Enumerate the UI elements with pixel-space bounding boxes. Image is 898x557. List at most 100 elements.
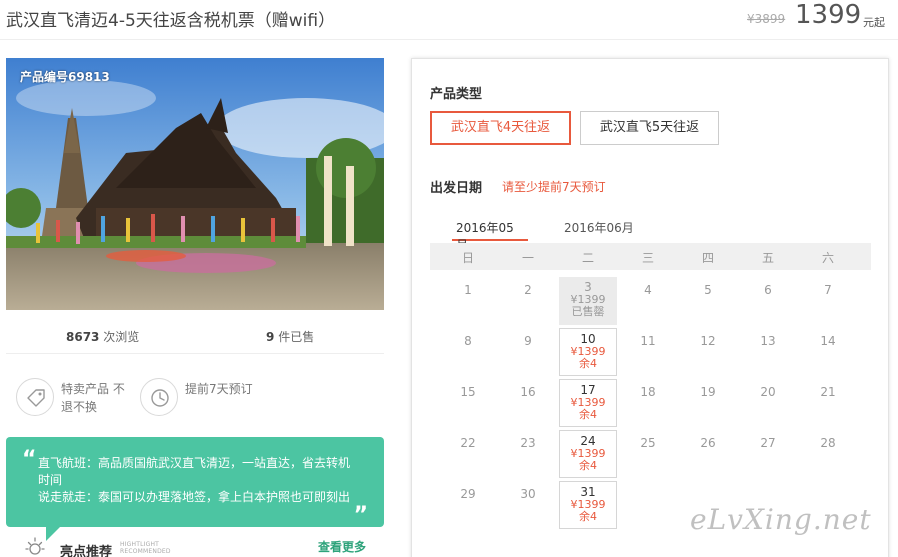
product-type-label: 产品类型: [430, 87, 483, 102]
clock-icon: [151, 389, 169, 407]
day-number: 6: [764, 283, 772, 297]
tab-month-may[interactable]: 2016年05月: [452, 219, 528, 252]
product-stats: 8673 次浏览 9 件已售: [6, 318, 384, 354]
calendar-weekday-header: 日一二三四五六: [430, 243, 871, 270]
calendar-day-1: 1: [439, 277, 497, 325]
calendar-day-7: 7: [799, 277, 857, 325]
product-code: 产品编号69813: [20, 70, 110, 84]
day-number: 24: [580, 434, 596, 448]
stock-remaining: 余4: [579, 357, 597, 370]
day-number: 30: [520, 487, 536, 501]
day-number: 21: [820, 385, 836, 399]
watermark: eLvXing.net: [690, 503, 872, 536]
day-number: 4: [644, 283, 652, 297]
calendar-day-18: 18: [619, 379, 677, 427]
tab-month-june[interactable]: 2016年06月: [564, 219, 634, 241]
original-price: ¥3899: [747, 12, 786, 26]
sun-icon: [25, 537, 45, 555]
calendar-day-31[interactable]: 31 ¥1399 余4: [559, 481, 617, 529]
calendar-day-30: 30: [499, 481, 557, 529]
day-number: 11: [640, 334, 656, 348]
calendar-day-12: 12: [679, 328, 737, 376]
calendar-day-23: 23: [499, 430, 557, 478]
calendar-day-19: 19: [679, 379, 737, 427]
day-number: 29: [460, 487, 476, 501]
type-option-4-days[interactable]: 武汉直飞4天往返: [430, 111, 571, 145]
badge-text: 特卖产品 不退不换: [61, 382, 125, 414]
day-number: 12: [700, 334, 716, 348]
day-number: 8: [464, 334, 472, 348]
day-number: 14: [820, 334, 836, 348]
calendar-day-8: 8: [439, 328, 497, 376]
calendar-day-11: 11: [619, 328, 677, 376]
product-photo: 产品编号69813: [6, 58, 384, 310]
day-number: 9: [524, 334, 532, 348]
day-number: 22: [460, 436, 476, 450]
day-number: 10: [580, 332, 596, 346]
badge-circle: [140, 378, 178, 416]
day-number: 2: [524, 283, 532, 297]
day-number: 7: [824, 283, 832, 297]
calendar-day-17[interactable]: 17 ¥1399 余4: [559, 379, 617, 427]
day-number: 26: [700, 436, 716, 450]
quote-text: 直飞航班：高品质国航武汉直飞清迈，一站直达，省去转机时间 说走就走：泰国可以办理…: [38, 456, 351, 504]
highlight-title: 亮点推荐: [60, 545, 113, 557]
booking-panel: 产品类型 武汉直飞4天往返 武汉直飞5天往返 出发日期 请至少提前7天预订 20…: [411, 58, 889, 557]
service-badges: 特卖产品 不退不换 提前7天预订: [6, 372, 384, 422]
quote-open-mark: “: [22, 447, 37, 472]
calendar-day-26: 26: [679, 430, 737, 478]
sold-label: 件已售: [278, 330, 315, 344]
day-number: 3: [584, 280, 592, 294]
calendar-day-28: 28: [799, 430, 857, 478]
badge-text: 提前7天预订: [185, 382, 253, 396]
calendar-day-20: 20: [739, 379, 797, 427]
calendar-day-3: 3 ¥1399 已售罄: [559, 277, 617, 325]
calendar-day-2: 2: [499, 277, 557, 325]
feature-quote: “ 直飞航班：高品质国航武汉直飞清迈，一站直达，省去转机时间 说走就走：泰国可以…: [6, 437, 384, 527]
weekday-label: 三: [641, 251, 654, 265]
type-option-5-days[interactable]: 武汉直飞5天往返: [580, 111, 719, 145]
weekday-label: 四: [701, 251, 714, 265]
day-number: 25: [640, 436, 656, 450]
day-number: 17: [580, 383, 596, 397]
see-more-link[interactable]: 查看更多: [318, 538, 366, 555]
calendar-day-25: 25: [619, 430, 677, 478]
calendar-day-27: 27: [739, 430, 797, 478]
weekday-label: 一: [521, 251, 534, 265]
calendar-day-4: 4: [619, 277, 677, 325]
temple-photo: [6, 58, 384, 310]
calendar-day-6: 6: [739, 277, 797, 325]
calendar-day-10[interactable]: 10 ¥1399 余4: [559, 328, 617, 376]
weekday-label: 二: [581, 251, 594, 265]
calendar-day-16: 16: [499, 379, 557, 427]
stock-remaining: 余4: [579, 459, 597, 472]
day-number: 28: [820, 436, 836, 450]
departure-date-label: 出发日期: [430, 181, 483, 196]
day-number: 27: [760, 436, 776, 450]
weekday-label: 六: [821, 251, 834, 265]
sold-out-label: 已售罄: [571, 305, 605, 318]
calendar-day-13: 13: [739, 328, 797, 376]
day-number: 18: [640, 385, 656, 399]
price-unit: 元起: [863, 16, 885, 29]
highlight-section: 亮点推荐 HIGHTLIGHT RECOMMENDED 查看更多: [6, 534, 384, 557]
day-number: 23: [520, 436, 536, 450]
badge-circle: [16, 378, 54, 416]
weekday-label: 日: [461, 251, 474, 265]
day-number: 31: [580, 485, 596, 499]
calendar-day-22: 22: [439, 430, 497, 478]
current-price: 1399: [795, 0, 862, 30]
calendar-day-29: 29: [439, 481, 497, 529]
highlight-subtitle: HIGHTLIGHT RECOMMENDED: [120, 541, 171, 555]
views-label: 次浏览: [103, 330, 140, 344]
day-number: 16: [520, 385, 536, 399]
day-number: 15: [460, 385, 476, 399]
stock-remaining: 余4: [579, 510, 597, 523]
product-title: 武汉直飞清迈4-5天往返含税机票（赠wifi）: [6, 11, 336, 31]
views-count: 8673: [66, 330, 100, 344]
views-stat: 8673 次浏览: [66, 328, 139, 345]
calendar-day-24[interactable]: 24 ¥1399 余4: [559, 430, 617, 478]
quote-close-mark: „: [354, 491, 369, 516]
highlight-subtitle-line-2: RECOMMENDED: [120, 548, 171, 555]
day-number: 19: [700, 385, 716, 399]
